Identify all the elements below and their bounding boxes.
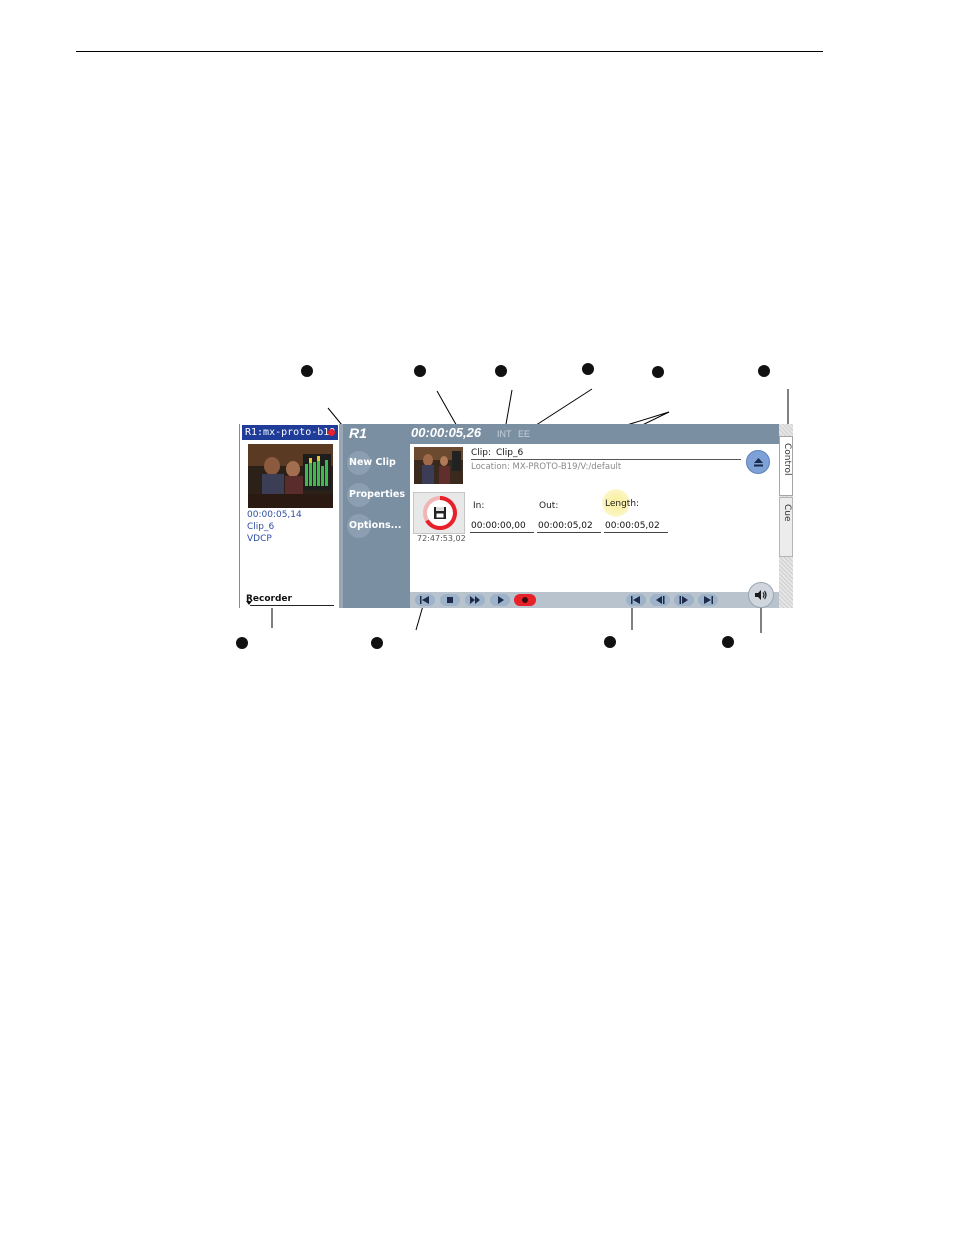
channel-title[interactable]: R1:mx-proto-b19 bbox=[242, 425, 338, 440]
fast-forward-button[interactable] bbox=[465, 594, 485, 606]
callout-marker bbox=[495, 365, 507, 377]
video-frame-image bbox=[248, 444, 333, 508]
current-timecode: 00:00:05,26 bbox=[411, 425, 482, 440]
out-timecode-field[interactable]: 00:00:05,02 bbox=[538, 521, 593, 531]
callout-marker bbox=[582, 363, 594, 375]
ee-mode-indicator[interactable]: EE bbox=[518, 429, 530, 439]
out-label: Out: bbox=[539, 501, 559, 511]
recorder-header: 00:00:05,26 INT EE bbox=[407, 424, 779, 444]
skip-back-icon bbox=[631, 596, 640, 604]
in-timecode-field[interactable]: 00:00:00,00 bbox=[471, 521, 526, 531]
record-status-icon bbox=[328, 429, 335, 436]
app-window: R1:mx-proto-b19 00:00:05,14 Clip_6 VDCP … bbox=[239, 424, 793, 608]
app-side-panel: R1 New Clip Properties Options... bbox=[343, 424, 407, 608]
callout-marker bbox=[722, 636, 734, 648]
step-forward-button[interactable] bbox=[674, 594, 694, 606]
rewind-button[interactable] bbox=[415, 594, 435, 606]
length-label: Length: bbox=[605, 499, 640, 509]
stop-button[interactable] bbox=[440, 594, 460, 606]
out-field-underline bbox=[537, 532, 601, 533]
record-button[interactable] bbox=[514, 594, 536, 606]
audio-button[interactable] bbox=[748, 582, 774, 608]
callout-marker bbox=[371, 637, 383, 649]
disk-icon bbox=[423, 496, 457, 530]
transport-bar bbox=[410, 582, 779, 608]
stop-icon bbox=[447, 597, 453, 603]
go-to-in-button[interactable] bbox=[626, 594, 646, 606]
eject-button[interactable] bbox=[746, 450, 770, 474]
channel-protocol: VDCP bbox=[247, 534, 272, 544]
recorder-content: Clip: Clip_6 Location: MX-PROTO-B19/V:/d… bbox=[410, 444, 779, 592]
record-time-remaining: 72:47:53,02 bbox=[417, 534, 466, 543]
clip-name-field[interactable]: Clip_6 bbox=[496, 448, 523, 458]
in-label: In: bbox=[473, 501, 485, 511]
play-icon bbox=[498, 596, 504, 604]
channel-timecode: 00:00:05,14 bbox=[247, 510, 302, 520]
channel-monitor[interactable]: R1:mx-proto-b19 00:00:05,14 Clip_6 VDCP … bbox=[239, 424, 340, 608]
callout-marker bbox=[758, 365, 770, 377]
callout-marker bbox=[236, 637, 248, 649]
page-rule bbox=[76, 51, 823, 52]
tab-cue[interactable]: Cue bbox=[779, 497, 793, 557]
clip-thumbnail bbox=[414, 447, 463, 484]
step-back-icon bbox=[656, 596, 665, 604]
tab-control-label: Control bbox=[782, 443, 792, 476]
speaker-icon bbox=[755, 590, 767, 600]
in-field-underline bbox=[470, 532, 534, 533]
length-timecode-field[interactable]: 00:00:05,02 bbox=[605, 521, 660, 531]
properties-button[interactable]: Properties bbox=[347, 483, 407, 507]
channel-title-text: R1:mx-proto-b19 bbox=[245, 427, 336, 438]
length-field-underline bbox=[604, 532, 668, 533]
step-forward-icon bbox=[679, 596, 688, 604]
tab-cue-label: Cue bbox=[782, 504, 792, 522]
channel-video-thumbnail bbox=[248, 444, 333, 508]
callout-marker bbox=[414, 365, 426, 377]
int-mode-indicator[interactable]: INT bbox=[497, 429, 512, 439]
channel-clip-name: Clip_6 bbox=[247, 522, 275, 532]
channel-name-label: R1 bbox=[349, 425, 367, 441]
fast-forward-icon bbox=[470, 596, 480, 604]
options-label: Options... bbox=[349, 520, 402, 531]
callout-leader-lines bbox=[271, 388, 789, 633]
callout-marker bbox=[604, 636, 616, 648]
properties-label: Properties bbox=[349, 489, 405, 500]
callout-marker bbox=[652, 366, 664, 378]
skip-forward-icon bbox=[704, 596, 713, 604]
pane-tabs: Control Cue bbox=[779, 424, 793, 608]
play-button[interactable] bbox=[490, 594, 510, 606]
clip-name-underline bbox=[471, 459, 741, 460]
callout-marker bbox=[301, 365, 313, 377]
go-to-out-button[interactable] bbox=[698, 594, 718, 606]
new-clip-label: New Clip bbox=[349, 457, 396, 468]
clip-frame-image bbox=[414, 447, 463, 484]
step-back-button[interactable] bbox=[650, 594, 670, 606]
tab-control[interactable]: Control bbox=[779, 436, 793, 496]
options-button[interactable]: Options... bbox=[347, 514, 407, 538]
mode-underline bbox=[250, 605, 334, 606]
new-clip-button[interactable]: New Clip bbox=[347, 451, 407, 475]
eject-icon bbox=[754, 458, 763, 467]
record-icon bbox=[522, 597, 528, 603]
clip-label: Clip: bbox=[471, 448, 492, 458]
rewind-icon bbox=[420, 596, 429, 604]
application-mode-selector[interactable]: Recorder bbox=[246, 594, 292, 604]
record-media-button[interactable] bbox=[413, 492, 465, 534]
clip-location: Location: MX-PROTO-B19/V:/default bbox=[471, 462, 622, 472]
